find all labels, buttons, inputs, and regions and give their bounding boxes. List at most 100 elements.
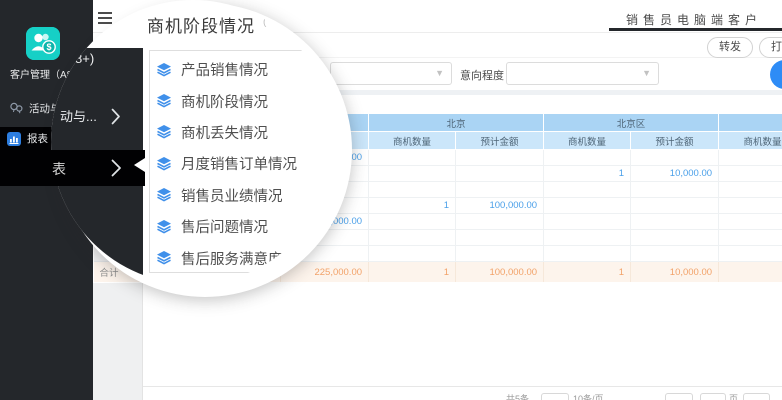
value-cell — [719, 182, 782, 198]
report-menu-item[interactable]: 月度销售订单情况 — [149, 148, 335, 179]
value-cell — [456, 150, 544, 166]
value-cell — [631, 198, 719, 214]
value-cell — [369, 150, 456, 166]
floating-action-button[interactable] — [770, 60, 782, 89]
total-value-cell — [719, 262, 782, 283]
sidebar-item-reports[interactable]: 报表 — [7, 130, 48, 148]
report-menu-item[interactable]: 售后问题情况 — [149, 211, 335, 242]
submenu-panel-strip — [93, 283, 143, 400]
value-cell — [631, 214, 719, 230]
value-cell — [719, 198, 782, 214]
report-menu-item[interactable]: 产品销售情况 — [149, 54, 335, 85]
pagination-control[interactable] — [700, 393, 726, 400]
filter-dropdown-1[interactable]: ▼ — [330, 62, 452, 85]
value-cell: 1 — [544, 166, 631, 182]
magnified-activity-label: 动与... — [60, 106, 97, 125]
value-cell — [456, 230, 544, 246]
value-cell — [369, 182, 456, 198]
column-header: 商机数量 — [719, 132, 782, 150]
column-group-header: 北京区 — [544, 114, 719, 132]
pagination-text: 共5条 — [506, 392, 540, 400]
value-cell — [456, 182, 544, 198]
value-cell — [369, 214, 456, 230]
column-header: 预计金额 — [631, 132, 719, 150]
column-group-header — [719, 114, 782, 132]
value-cell — [631, 230, 719, 246]
layers-icon — [156, 187, 172, 203]
column-header: 预计金额 — [456, 132, 544, 150]
active-tab-underline — [609, 28, 782, 31]
value-cell — [631, 150, 719, 166]
magnifier-lens: (A8+) 动与... 商机阶段情况 ( 产品销售情况商机阶段情况商机丢失情况月… — [51, 0, 335, 284]
selected-row-label: 表 — [52, 159, 66, 179]
report-menu-item[interactable]: 销售员业绩情况 — [149, 180, 335, 211]
total-value-cell: 1 — [544, 262, 631, 283]
report-menu-item[interactable]: 商机阶段情况 — [149, 85, 335, 116]
app-window: 销售员电脑端客户 转发 打印 ▼ 意向程度 ▼ 北京北京区商机数量预计金额商机数… — [0, 0, 782, 400]
column-header: 商机数量 — [369, 132, 456, 150]
value-cell — [544, 214, 631, 230]
pagination-divider — [93, 386, 782, 387]
layers-icon — [156, 156, 172, 172]
report-menu-list: 产品销售情况商机阶段情况商机丢失情况月度销售订单情况销售员业绩情况售后问题情况售… — [149, 54, 335, 274]
total-value-cell: 100,000.00 — [456, 262, 544, 283]
print-button[interactable]: 打印 — [759, 37, 782, 58]
value-cell — [544, 246, 631, 262]
layers-icon — [156, 62, 172, 78]
active-report-tab[interactable]: 销售员电脑端客户 — [626, 11, 762, 28]
pagination-control[interactable] — [743, 393, 770, 400]
pagination-control[interactable] — [541, 393, 569, 400]
total-value-cell: 1 — [369, 262, 456, 283]
chevron-down-icon: ▼ — [435, 68, 444, 78]
pagination-text: 页 — [729, 392, 741, 400]
bar-chart-icon — [7, 132, 21, 146]
report-menu-item-label: 销售员业绩情况 — [181, 185, 283, 206]
value-cell — [631, 182, 719, 198]
hamburger-menu-icon[interactable] — [98, 12, 112, 24]
report-menu-item-label: 月度销售订单情况 — [181, 153, 297, 174]
value-cell — [719, 230, 782, 246]
report-menu-item-label: 商机丢失情况 — [181, 122, 268, 143]
magnified-app-suffix: (A8+) — [62, 51, 94, 66]
value-cell — [369, 166, 456, 182]
value-cell — [631, 246, 719, 262]
report-menu-item-label: 产品销售情况 — [181, 59, 268, 80]
layers-icon — [156, 124, 172, 140]
value-cell: 10,000.00 — [631, 166, 719, 182]
value-cell — [719, 166, 782, 182]
layers-icon — [156, 93, 172, 109]
page-title: 商机阶段情况 — [147, 12, 255, 37]
chevron-right-icon — [111, 108, 121, 125]
report-menu-item[interactable]: 商机丢失情况 — [149, 117, 335, 148]
value-cell — [456, 214, 544, 230]
value-cell — [369, 246, 456, 262]
sidebar-item-label: 报表 — [27, 133, 48, 145]
value-cell — [544, 198, 631, 214]
page-title-suffix: ( — [263, 17, 266, 28]
value-cell — [369, 230, 456, 246]
forward-button[interactable]: 转发 — [707, 37, 753, 58]
column-header: 商机数量 — [544, 132, 631, 150]
value-cell — [456, 166, 544, 182]
panel-pointer-arrow — [134, 158, 145, 172]
value-cell: 1 — [369, 198, 456, 214]
chevron-down-icon: ▼ — [642, 68, 651, 78]
value-cell — [544, 182, 631, 198]
pagination-control[interactable] — [665, 393, 693, 400]
report-menu-item-label: 商机阶段情况 — [181, 91, 268, 112]
intent-level-label: 意向程度 — [460, 67, 504, 83]
report-menu-item-label: 售后问题情况 — [181, 216, 268, 237]
value-cell — [456, 246, 544, 262]
layers-icon — [156, 250, 172, 266]
pagination-text: 10条/页 — [573, 392, 617, 400]
magnified-selected-row[interactable]: 表 — [0, 150, 145, 186]
value-cell — [544, 230, 631, 246]
value-cell — [719, 214, 782, 230]
column-group-header: 北京 — [369, 114, 544, 132]
balloons-icon — [9, 101, 24, 116]
value-cell — [544, 150, 631, 166]
intent-level-dropdown[interactable]: ▼ — [506, 62, 659, 85]
value-cell — [719, 246, 782, 262]
report-menu-item[interactable]: 售后服务满意度 — [149, 242, 335, 273]
total-value-cell: 10,000.00 — [631, 262, 719, 283]
